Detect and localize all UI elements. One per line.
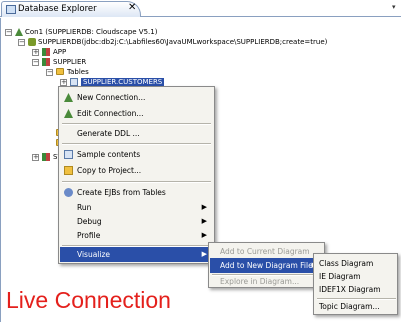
- menu-item-create-ejbs[interactable]: Create EJBs from Tables: [60, 185, 213, 200]
- tree-item-tables[interactable]: Tables: [67, 67, 89, 77]
- tab-label: Database Explorer: [18, 4, 97, 14]
- collapse-toggle-icon[interactable]: −: [18, 39, 25, 46]
- new-connection-icon: [64, 93, 73, 102]
- menu-item-profile[interactable]: Profile ▶: [60, 228, 213, 243]
- schema-icon: [42, 48, 50, 56]
- edit-connection-icon: [64, 109, 73, 118]
- expand-toggle-icon[interactable]: +: [60, 79, 67, 86]
- tab-database-explorer[interactable]: Database Explorer ✕: [1, 1, 141, 17]
- visualize-submenu: Add to Current Diagram Add to New Diagra…: [208, 242, 325, 288]
- ejb-icon: [64, 188, 73, 197]
- table-icon: [70, 78, 78, 86]
- tree-item-con1[interactable]: Con1 (SUPPLIERDB: Cloudscape V5.1): [25, 27, 157, 37]
- menu-item-generate-ddl[interactable]: Generate DDL ...: [60, 126, 213, 141]
- folder-icon: [64, 166, 73, 175]
- live-connection-caption: Live Connection: [6, 287, 171, 313]
- schema-icon: [42, 58, 50, 66]
- menu-item-debug[interactable]: Debug ▶: [60, 214, 213, 229]
- submenu-arrow-icon: ▶: [201, 250, 207, 258]
- selected-label: SUPPLIER.CUSTOMERS: [81, 78, 165, 86]
- menu-item-sample-contents[interactable]: Sample contents: [60, 147, 213, 162]
- connection-icon: [15, 28, 23, 36]
- collapse-toggle-icon[interactable]: −: [46, 69, 53, 76]
- sample-contents-icon: [64, 150, 73, 159]
- schema-icon: [42, 153, 50, 161]
- view-tab-bar: Database Explorer ✕ ▾: [0, 0, 401, 17]
- menu-item-run[interactable]: Run ▶: [60, 200, 213, 215]
- tree-item-app[interactable]: APP: [53, 47, 66, 57]
- database-icon: [28, 38, 36, 46]
- menu-item-idef1x-diagram[interactable]: IDEF1X Diagram: [315, 282, 396, 297]
- menu-item-visualize[interactable]: Visualize ▶: [60, 247, 213, 262]
- menu-item-add-to-new-diagram-file[interactable]: Add to New Diagram File ▶: [210, 258, 323, 273]
- menu-item-topic-diagram[interactable]: Topic Diagram...: [315, 299, 396, 314]
- menu-item-explore-in-diagram[interactable]: Explore in Diagram...: [210, 274, 323, 289]
- collapse-toggle-icon[interactable]: −: [5, 29, 12, 36]
- database-explorer-icon: [6, 5, 16, 14]
- expand-toggle-icon[interactable]: +: [32, 49, 39, 56]
- menu-item-new-connection[interactable]: New Connection...: [60, 90, 213, 105]
- menu-separator: [62, 181, 211, 183]
- tree-item-supplierdb[interactable]: SUPPLIERDB(jdbc:db2j:C:\Labfiles60\JavaU…: [38, 37, 327, 47]
- submenu-arrow-icon: ▶: [201, 203, 207, 211]
- tree-item-supplier[interactable]: SUPPLIER: [53, 57, 86, 67]
- menu-separator: [62, 123, 211, 125]
- folder-icon: [56, 68, 64, 75]
- close-icon[interactable]: ✕: [128, 2, 136, 14]
- context-menu: New Connection... Edit Connection... Gen…: [58, 86, 215, 264]
- expand-toggle-icon[interactable]: +: [32, 154, 39, 161]
- view-menu-chevron-icon[interactable]: ▾: [392, 3, 396, 11]
- submenu-arrow-icon: ▶: [201, 217, 207, 225]
- menu-item-add-to-current-diagram[interactable]: Add to Current Diagram: [210, 244, 323, 259]
- submenu-arrow-icon: ▶: [201, 231, 207, 239]
- menu-item-edit-connection[interactable]: Edit Connection...: [60, 106, 213, 121]
- menu-separator: [62, 143, 211, 145]
- collapse-toggle-icon[interactable]: −: [32, 59, 39, 66]
- menu-item-copy-to-project[interactable]: Copy to Project...: [60, 163, 213, 178]
- new-diagram-file-submenu: Class Diagram IE Diagram IDEF1X Diagram …: [313, 253, 398, 315]
